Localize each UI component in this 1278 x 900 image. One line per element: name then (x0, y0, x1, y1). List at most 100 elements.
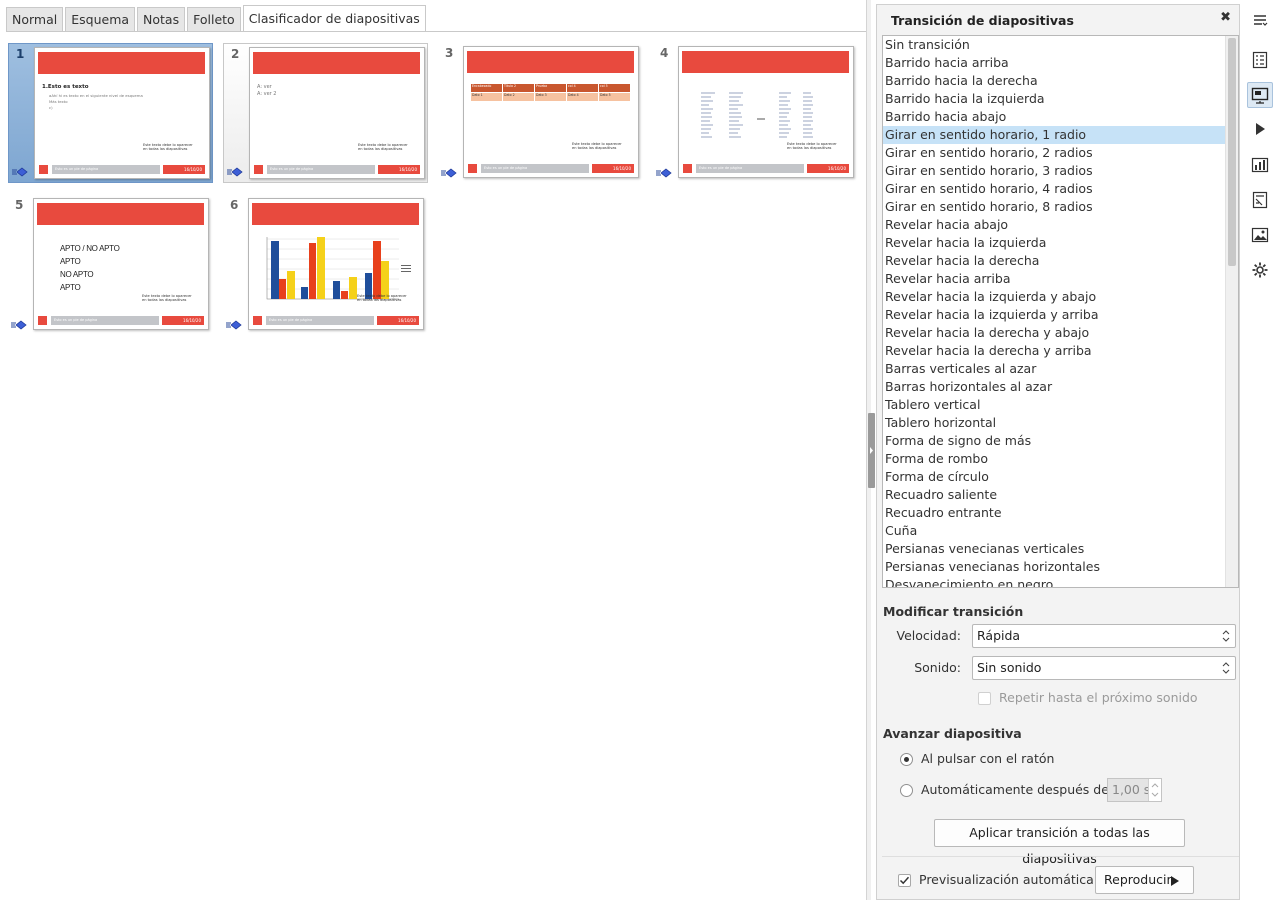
loop-sound-label: Repetir hasta el próximo sonido (999, 690, 1198, 705)
slide-number: 3 (445, 46, 454, 60)
transition-list-item[interactable]: Sin transición (883, 36, 1226, 54)
transition-list-scrollbar[interactable] (1225, 36, 1238, 587)
autopreview-checkbox[interactable] (898, 874, 911, 887)
slide-note: Este texto debe lo aparecer en todas las… (787, 141, 837, 151)
slide-preview: 1.Esto es texto aAhí hi es texto en el s… (34, 47, 210, 179)
up-down-arrows-icon (1222, 662, 1230, 674)
footer-square (254, 165, 263, 174)
transition-list-item[interactable]: Barras verticales al azar (883, 360, 1226, 378)
auto-advance-time-spinbox[interactable]: 1,00 s (1107, 778, 1162, 802)
transition-list-item[interactable]: Forma de rombo (883, 450, 1226, 468)
tab-slide-sorter[interactable]: Clasificador de diapositivas (242, 5, 426, 32)
speed-select[interactable]: Rápida (972, 624, 1236, 648)
footer-bar: Esto es un pie de página (481, 164, 589, 173)
transition-list-item[interactable]: Recuadro entrante (883, 504, 1226, 522)
slide-preview: Este texto debe lo aparecer en todas las… (678, 46, 854, 178)
play-button[interactable]: Reproducir (1095, 866, 1194, 894)
footer-square (468, 164, 477, 173)
table-cell: Dato 4 (567, 93, 598, 101)
transition-list-item[interactable]: Persianas venecianas verticales (883, 540, 1226, 558)
slide-thumbnail-3[interactable]: 3 Encabezado Título 2 Prueba col 4 col 5… (438, 43, 643, 183)
tab-handout[interactable]: Folleto (187, 7, 241, 32)
slide-thumbnail-4[interactable]: 4 Este texto debe lo aparecer en todas l… (653, 43, 858, 183)
slide-number: 1 (16, 47, 25, 61)
transition-list-item[interactable]: Revelar hacia la izquierda y arriba (883, 306, 1226, 324)
spin-buttons[interactable] (1148, 779, 1161, 801)
slide-table-row: Dato 1 Dato 2 Dato 3 Dato 4 Dato 5 (471, 93, 630, 101)
transition-list-item[interactable]: Persianas venecianas horizontales (883, 558, 1226, 576)
transition-list-item[interactable]: Girar en sentido horario, 2 radios (883, 144, 1226, 162)
transition-list-item[interactable]: Barras horizontales al azar (883, 378, 1226, 396)
transition-list-item[interactable]: Revelar hacia la izquierda y abajo (883, 288, 1226, 306)
sidebar-collapse-handle[interactable] (868, 413, 875, 488)
slide-text-line: A: ver 2 (257, 91, 277, 97)
transition-list-item[interactable]: Revelar hacia la derecha y abajo (883, 324, 1226, 342)
transition-list-item[interactable]: Revelar hacia la derecha (883, 252, 1226, 270)
footer-date: 16/10/20 (592, 164, 634, 173)
properties-icon[interactable] (1247, 47, 1273, 73)
scrollbar-thumb[interactable] (1228, 38, 1236, 266)
transition-list[interactable]: Sin transición Barrido hacia arriba Barrid… (882, 35, 1239, 588)
transition-list-item[interactable]: Barrido hacia la izquierda (883, 90, 1226, 108)
transition-list-item[interactable]: Barrido hacia arriba (883, 54, 1226, 72)
footer-date: 16/10/20 (163, 165, 205, 174)
table-cell: col 4 (567, 84, 598, 92)
gallery-icon[interactable] (1247, 222, 1273, 248)
sidebar-menu-icon[interactable] (1247, 7, 1273, 33)
transition-list-item[interactable]: Forma de círculo (883, 468, 1226, 486)
transition-list-item[interactable]: Recuadro saliente (883, 486, 1226, 504)
table-cell: Dato 1 (471, 93, 502, 101)
footer-date: 16/10/20 (378, 165, 420, 174)
slide-thumbnail-5[interactable]: 5 APTO / NO APTO APTO NO APTO APTO Este … (8, 195, 213, 335)
transition-list-item[interactable]: Cuña (883, 522, 1226, 540)
slide-number: 6 (230, 198, 239, 212)
slide-preview: APTO / NO APTO APTO NO APTO APTO Este te… (33, 198, 209, 330)
slide-thumbnail-6[interactable]: 6 Este texto debe lo aparecer en todas l… (223, 195, 428, 335)
tab-normal[interactable]: Normal (6, 7, 64, 32)
transition-list-item[interactable]: Girar en sentido horario, 1 radio (883, 126, 1226, 144)
slide-thumbnail-1[interactable]: 1 1.Esto es texto aAhí hi es texto en el… (8, 43, 213, 183)
master-slides-icon[interactable] (1247, 152, 1273, 178)
slide-transition-icon[interactable] (1247, 82, 1273, 108)
transition-list-item[interactable]: Tablero vertical (883, 396, 1226, 414)
animation-icon[interactable] (1247, 116, 1273, 142)
close-icon[interactable]: ✖ (1220, 10, 1231, 25)
auto-advance-radio[interactable] (900, 784, 913, 797)
loop-sound-checkbox[interactable] (978, 692, 991, 705)
table-cell: Título 2 (503, 84, 534, 92)
sound-label: Sonido: (914, 660, 961, 675)
transition-list-item[interactable]: Girar en sentido horario, 3 radios (883, 162, 1226, 180)
sound-select[interactable]: Sin sonido (972, 656, 1236, 680)
slide-title-bar (682, 51, 849, 73)
slide-title-bar (253, 52, 420, 74)
slide-note: Este texto debe lo aparecer en todas las… (357, 293, 407, 303)
transition-list-item[interactable]: Revelar hacia la derecha y arriba (883, 342, 1226, 360)
auto-advance-time-value: 1,00 s (1112, 782, 1151, 797)
table-cell: Dato 3 (535, 93, 566, 101)
slide-thumbnail-2[interactable]: 2 A: ver A: ver 2 Este texto debe lo apa… (223, 43, 428, 183)
transition-list-item[interactable]: Girar en sentido horario, 4 radios (883, 180, 1226, 198)
up-down-arrows-icon (1222, 630, 1230, 642)
transition-icon (441, 168, 457, 178)
transition-list-item[interactable]: Revelar hacia arriba (883, 270, 1226, 288)
styles-icon[interactable] (1247, 187, 1273, 213)
transition-list-item[interactable]: Barrido hacia la derecha (883, 72, 1226, 90)
apply-to-all-slides-button[interactable]: Aplicar transición a todas las diapositi… (934, 819, 1185, 866)
transition-list-item[interactable]: Barrido hacia abajo (883, 108, 1226, 126)
slide-preview: Encabezado Título 2 Prueba col 4 col 5 D… (463, 46, 639, 178)
transition-list-item[interactable]: Revelar hacia abajo (883, 216, 1226, 234)
transition-list-item[interactable]: Girar en sentido horario, 8 radios (883, 198, 1226, 216)
transition-list-item[interactable]: Desvanecimiento en negro (883, 576, 1226, 587)
tab-notes[interactable]: Notas (137, 7, 186, 32)
slide-text-line: c) (49, 105, 53, 110)
footer-date: 16/10/20 (807, 164, 849, 173)
on-click-radio[interactable] (900, 753, 913, 766)
slide-sorter: 1 1.Esto es texto aAhí hi es texto en el… (0, 32, 866, 900)
spin-arrows-icon (1151, 783, 1159, 797)
transition-list-item[interactable]: Forma de signo de más (883, 432, 1226, 450)
slide-title-bar (252, 203, 419, 225)
transition-list-item[interactable]: Tablero horizontal (883, 414, 1226, 432)
transition-list-item[interactable]: Revelar hacia la izquierda (883, 234, 1226, 252)
navigator-gear-icon[interactable] (1247, 257, 1273, 283)
tab-outline[interactable]: Esquema (65, 7, 136, 32)
